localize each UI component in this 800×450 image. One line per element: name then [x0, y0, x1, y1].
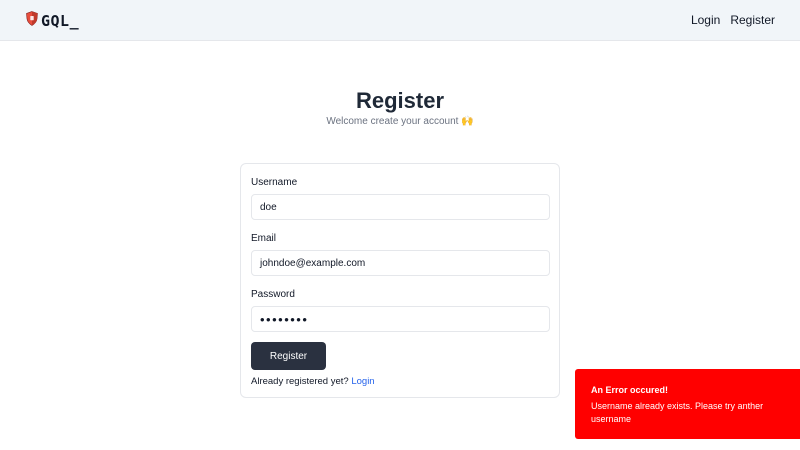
toast-title: An Error occured!	[591, 385, 669, 395]
login-prompt-text: Already registered yet?	[251, 376, 349, 387]
nav-links: Login Register	[691, 13, 775, 27]
register-form: Username doe Email johndoe@example.com P…	[240, 163, 560, 398]
error-toast[interactable]: An Error occured! Username already exist…	[575, 369, 800, 439]
username-input[interactable]: doe	[251, 194, 550, 220]
nav-login-link[interactable]: Login	[691, 13, 720, 27]
toast-message: Username already exists. Please try anth…	[591, 401, 764, 424]
page-title: Register	[355, 88, 445, 113]
page-subtitle: Welcome create your account 🙌	[326, 116, 474, 127]
password-label: Password	[251, 289, 295, 300]
nav-register-link[interactable]: Register	[730, 13, 775, 27]
navbar: GQL_ Login Register	[0, 0, 800, 41]
username-label: Username	[251, 177, 298, 188]
brand-text: GQL_	[41, 12, 80, 30]
email-label: Email	[251, 233, 277, 244]
brand-logo[interactable]: GQL_	[26, 11, 79, 31]
login-link[interactable]: Login	[351, 376, 374, 387]
shield-icon	[26, 11, 38, 31]
login-prompt: Already registered yet? Login	[251, 376, 375, 387]
password-input[interactable]: ••••••••	[251, 306, 550, 332]
email-input[interactable]: johndoe@example.com	[251, 250, 550, 276]
register-button[interactable]: Register	[251, 342, 326, 370]
